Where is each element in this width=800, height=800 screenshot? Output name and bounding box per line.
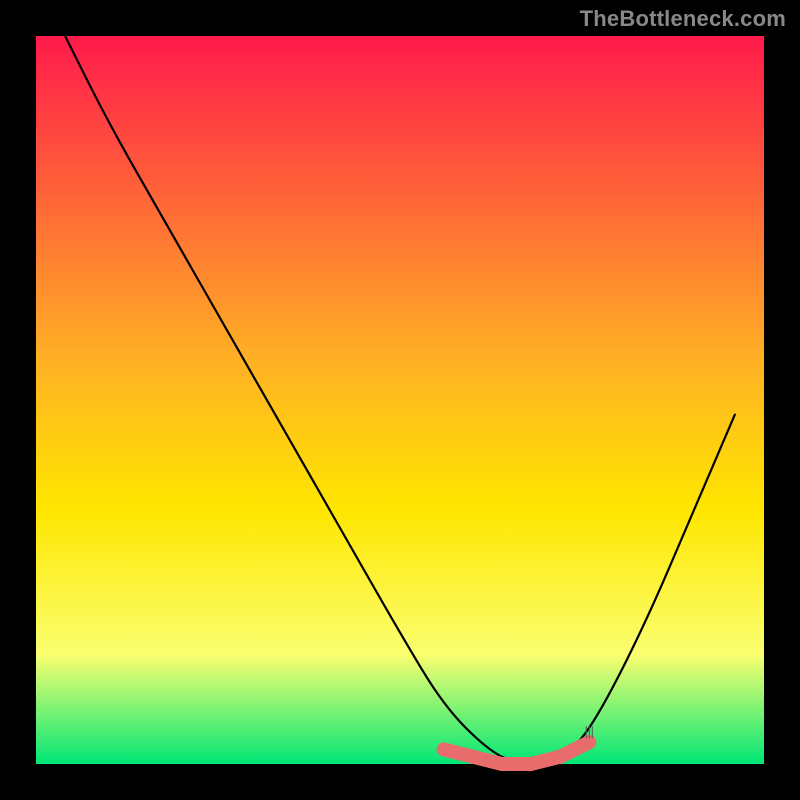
plot-background [36,36,764,764]
chart-frame: TheBottleneck.com [0,0,800,800]
marker-dot [437,742,451,756]
watermark-text: TheBottleneck.com [580,6,786,32]
bottleneck-chart [0,0,800,800]
